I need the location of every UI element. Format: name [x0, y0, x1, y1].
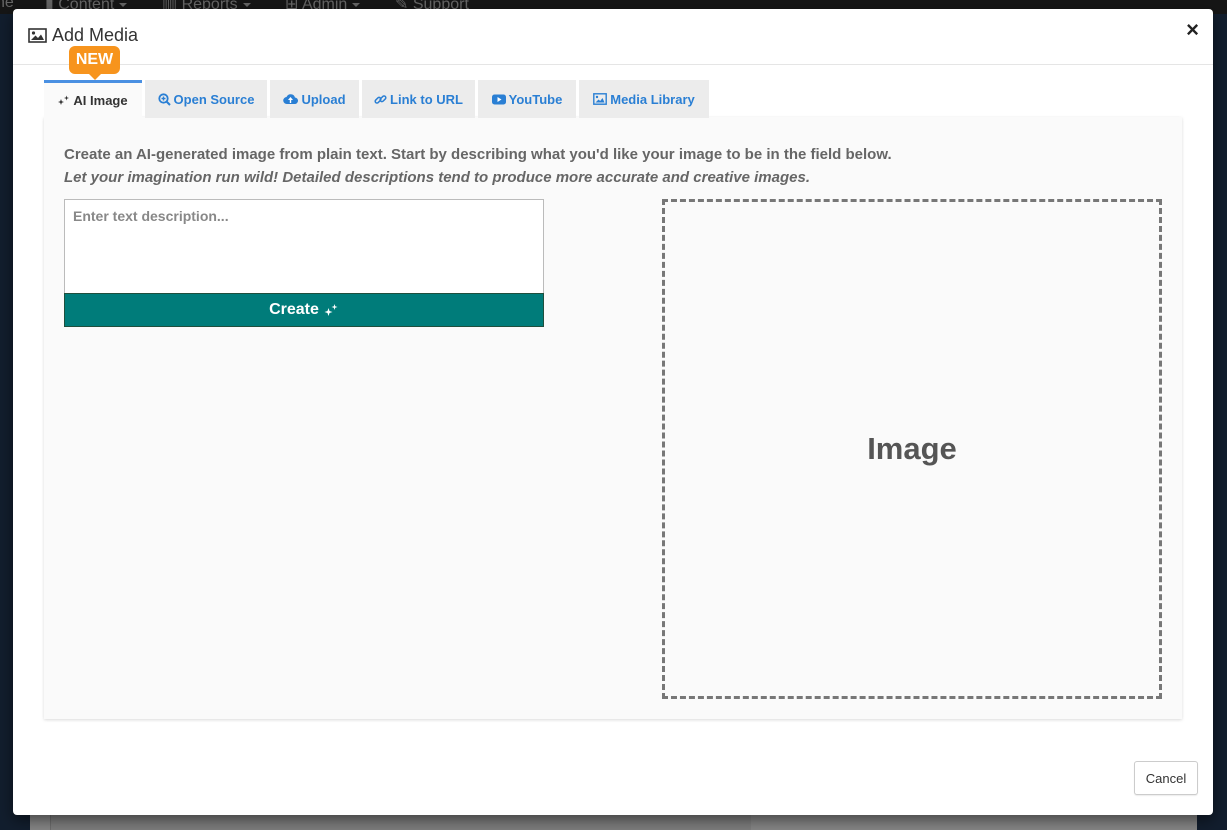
- sparkle-icon: [58, 95, 70, 105]
- new-badge: NEW: [69, 46, 120, 80]
- search-plus-icon: [157, 92, 171, 106]
- image-icon: [28, 28, 47, 43]
- modal-header: Add Media ×: [13, 9, 1213, 65]
- youtube-icon: [491, 94, 506, 104]
- sparkle-icon: [324, 303, 338, 316]
- image-preview-placeholder: Image: [662, 199, 1162, 699]
- create-button[interactable]: Create: [64, 293, 544, 327]
- modal-title: Add Media: [28, 25, 138, 46]
- create-button-label: Create: [269, 301, 319, 318]
- tab-label: Media Library: [610, 91, 695, 107]
- modal-title-text: Add Media: [52, 25, 139, 45]
- ai-image-description: Create an AI-generated image from plain …: [64, 146, 892, 163]
- tab-label: Upload: [301, 91, 346, 107]
- tab-label: YouTube: [508, 91, 563, 107]
- image-icon: [593, 93, 608, 105]
- cloud-upload-icon: [283, 94, 299, 105]
- tab-label: AI Image: [73, 93, 128, 108]
- tab-link-to-url[interactable]: Link to URL: [362, 80, 475, 118]
- ai-image-hint: Let your imagination run wild! Detailed …: [64, 169, 811, 186]
- tab-label: Link to URL: [390, 91, 463, 107]
- tab-upload[interactable]: Upload: [270, 80, 359, 118]
- tab-media-library[interactable]: Media Library: [579, 80, 709, 118]
- add-media-modal: Add Media × AI Image Open Source Upload …: [13, 9, 1213, 815]
- tab-label: Open Source: [173, 91, 255, 107]
- image-placeholder-label: Image: [867, 431, 957, 466]
- tab-open-source[interactable]: Open Source: [145, 80, 267, 118]
- close-button[interactable]: ×: [1186, 19, 1199, 41]
- cancel-button[interactable]: Cancel: [1134, 761, 1198, 795]
- link-icon: [374, 94, 387, 104]
- tab-ai-image[interactable]: AI Image: [44, 80, 142, 118]
- tab-youtube[interactable]: YouTube: [478, 80, 576, 118]
- prompt-input[interactable]: [64, 199, 544, 294]
